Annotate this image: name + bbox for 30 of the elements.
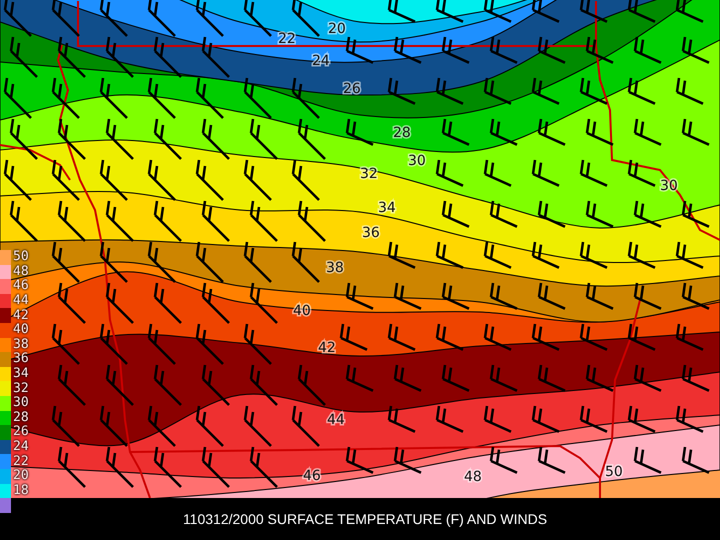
legend-label: 46 bbox=[13, 279, 29, 294]
legend-label: 48 bbox=[13, 264, 29, 279]
contour-label: 44 bbox=[327, 412, 345, 428]
legend-label: 32 bbox=[13, 382, 29, 396]
legend-label: 28 bbox=[13, 410, 29, 425]
contour-label: 20 bbox=[328, 21, 346, 37]
contour-label: 48 bbox=[464, 469, 482, 485]
legend-label: 34 bbox=[13, 367, 29, 382]
map-title: 110312/2000 SURFACE TEMPERATURE (F) AND WINDS bbox=[182, 511, 548, 527]
legend-label: 24 bbox=[13, 440, 29, 454]
contour-label: 26 bbox=[343, 81, 361, 97]
legend-label: 40 bbox=[13, 323, 29, 338]
legend-label: 22 bbox=[13, 454, 29, 469]
contour-label: 36 bbox=[362, 225, 380, 241]
legend-label: 50 bbox=[13, 250, 29, 264]
legend-label: 38 bbox=[13, 338, 29, 352]
legend-label: 42 bbox=[13, 308, 29, 323]
contour-label: 50 bbox=[605, 464, 623, 480]
contour-label: 30 bbox=[408, 153, 426, 169]
legend-label: 18 bbox=[13, 484, 29, 498]
legend-label: 30 bbox=[13, 396, 29, 410]
contour-label: 42 bbox=[318, 340, 336, 356]
legend-label: 20 bbox=[13, 469, 29, 484]
contour-label: 24 bbox=[312, 53, 330, 69]
contour-label: 32 bbox=[360, 166, 378, 182]
contour-label: 28 bbox=[393, 125, 411, 141]
contour-label: 22 bbox=[278, 31, 296, 47]
contour-label: 34 bbox=[378, 200, 396, 216]
legend-label: 44 bbox=[13, 294, 29, 308]
contour-label: 38 bbox=[326, 260, 344, 276]
